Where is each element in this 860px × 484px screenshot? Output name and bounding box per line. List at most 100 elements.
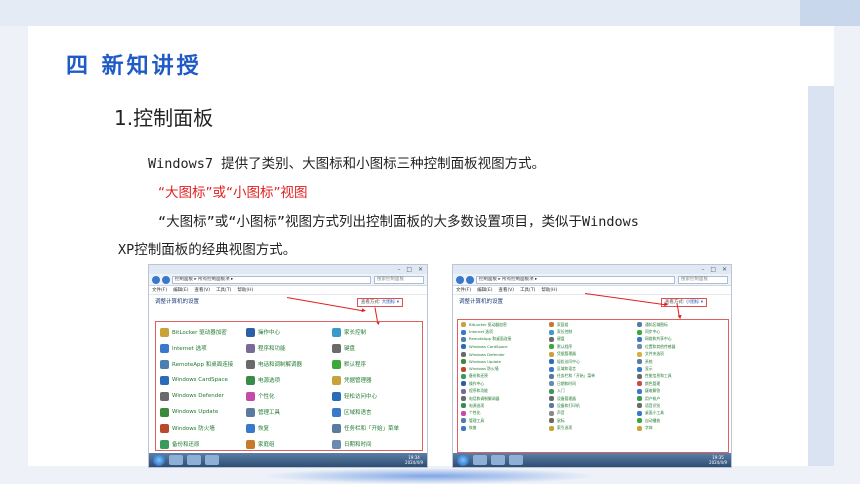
- control-panel-item-label: 个性化: [469, 410, 481, 416]
- control-panel-item-icon: [637, 388, 642, 394]
- window-controls-icon: – □ ✕: [701, 266, 729, 273]
- control-panel-item-icon: [637, 418, 642, 424]
- menu-item: 编辑(E): [477, 288, 493, 293]
- menu-item: 帮助(H): [541, 288, 558, 293]
- control-panel-item: 备份和还原: [160, 436, 246, 452]
- control-panel-item-label: 日期和时间: [557, 380, 576, 386]
- control-panel-item-label: 个性化: [258, 394, 275, 400]
- control-panel-item-label: 家庭组: [258, 442, 275, 448]
- control-panel-item: 管理工具: [461, 417, 549, 424]
- control-panel-item-label: Windows 防火墙: [172, 426, 215, 432]
- control-panel-item-icon: [246, 343, 255, 353]
- control-panel-item-icon: [637, 329, 642, 335]
- control-panel-item-icon: [637, 396, 642, 402]
- control-panel-item-icon: [549, 396, 554, 402]
- control-panel-item-label: 自动播放: [645, 417, 661, 423]
- paragraph-highlight: “大图标”或“小图标”视图: [158, 185, 308, 201]
- menu-item: 文件(F): [456, 288, 472, 293]
- control-panel-item-icon: [637, 366, 642, 372]
- control-panel-item: 轻松访问中心: [549, 358, 637, 365]
- view-by-value: 小图标 ▾: [685, 300, 703, 305]
- control-panel-item-label: 同步中心: [645, 329, 661, 335]
- control-panel-item-label: 语音识别: [645, 402, 661, 408]
- control-panel-item: 语音识别: [637, 402, 725, 409]
- control-panel-item-label: Windows Update: [469, 359, 501, 365]
- control-panel-item-label: 家庭组: [557, 321, 569, 327]
- menu-item: 编辑(E): [173, 288, 189, 293]
- control-panel-item-icon: [461, 403, 466, 409]
- control-panel-item: 恢复: [461, 424, 549, 431]
- control-panel-item: 任务栏和「开始」菜单: [332, 420, 418, 436]
- screenshot-small-icons: – □ ✕ 控制面板 ▸ 所有控制面板项 ▸ 搜索控制面板 文件(F) 编辑(E)…: [452, 264, 732, 468]
- menu-item: 查看(V): [498, 288, 515, 293]
- control-panel-item: 任务栏和「开始」菜单: [549, 373, 637, 380]
- side-stripe: [808, 86, 834, 466]
- control-panel-item-icon: [461, 418, 466, 424]
- control-panel-item-icon: [461, 410, 466, 416]
- menu-item: 帮助(H): [237, 288, 254, 293]
- control-panel-item: RemoteApp 和桌面连接: [461, 336, 549, 343]
- control-panel-item: 电话和调制解调器: [246, 356, 332, 372]
- control-panel-item-icon: [461, 351, 466, 357]
- control-panel-item-icon: [332, 439, 341, 449]
- control-panel-item: 网络和共享中心: [637, 336, 725, 343]
- control-panel-item-label: 电话和调制解调器: [258, 362, 303, 368]
- panel-heading-text: 调整计算机的设置: [155, 299, 200, 305]
- control-panel-item: 默认程序: [332, 356, 418, 372]
- control-panel-item-icon: [549, 425, 554, 431]
- control-panel-item-label: 默认程序: [557, 343, 573, 349]
- taskbar: 19:35 2024/4/9: [453, 453, 731, 467]
- control-panel-item-icon: [549, 418, 554, 424]
- control-panel-item-label: 电话和调制解调器: [469, 395, 500, 401]
- control-panel-item-label: 系统: [645, 358, 653, 364]
- control-panel-item: Windows CardSpace: [160, 372, 246, 388]
- back-icon: [152, 275, 160, 284]
- control-panel-item-label: 任务栏和「开始」菜单: [344, 426, 400, 432]
- clock-date: 2024/4/9: [709, 460, 727, 465]
- control-panel-item-icon: [461, 425, 466, 431]
- control-panel-item-label: Windows Defender: [469, 351, 505, 357]
- control-panel-item: 文件夹选项: [637, 351, 725, 358]
- screenshot-large-icons: – □ ✕ 控制面板 ▸ 所有控制面板项 ▸ 搜索控制面板 文件(F) 编辑(E)…: [148, 264, 428, 468]
- control-panel-item-icon: [332, 423, 341, 433]
- control-panel-item-label: BitLocker 驱动器加密: [172, 330, 227, 336]
- control-panel-item-icon: [549, 322, 554, 328]
- window-controls-icon: – □ ✕: [397, 266, 425, 273]
- control-panel-item-icon: [160, 407, 169, 417]
- control-panel-item-icon: [549, 344, 554, 350]
- control-panel-item: Windows Defender: [461, 351, 549, 358]
- control-panel-item-label: 桌面小工具: [645, 410, 664, 416]
- control-panel-item-icon: [246, 327, 255, 337]
- control-panel-item-icon: [461, 359, 466, 365]
- control-panel-item-label: 电源选项: [258, 378, 281, 384]
- control-panel-item-icon: [160, 423, 169, 433]
- taskbar-folder-icon: [205, 455, 219, 465]
- control-panel-item-label: 默认程序: [344, 362, 367, 368]
- control-panel-item-icon: [461, 388, 466, 394]
- control-panel-item-icon: [160, 359, 169, 369]
- top-band-accent: [800, 0, 860, 26]
- control-panel-item: 通知区域图标: [637, 321, 725, 328]
- panel-heading-text: 调整计算机的设置: [459, 299, 504, 305]
- control-panel-item-icon: [332, 391, 341, 401]
- control-panel-item-icon: [461, 322, 466, 328]
- control-panel-item-icon: [637, 336, 642, 342]
- control-panel-item: 声音: [549, 410, 637, 417]
- control-panel-item-icon: [637, 373, 642, 379]
- control-panel-item: 电源选项: [461, 402, 549, 409]
- taskbar-clock: 19:34 2024/4/9: [405, 455, 423, 465]
- forward-icon: [466, 275, 474, 284]
- control-panel-item: Windows 防火墙: [461, 365, 549, 372]
- control-panel-item: 设备和打印机: [549, 402, 637, 409]
- control-panel-item-label: 凭据管理器: [344, 378, 372, 384]
- control-panel-item-icon: [246, 439, 255, 449]
- control-panel-item-label: 颜色管理: [645, 380, 661, 386]
- control-panel-item-icon: [160, 343, 169, 353]
- control-panel-item-icon: [549, 381, 554, 387]
- control-panel-item-icon: [637, 344, 642, 350]
- control-panel-item-label: 鼠标: [557, 417, 565, 423]
- search-box: 搜索控制面板: [374, 275, 424, 284]
- control-panel-item-label: RemoteApp 和桌面连接: [469, 336, 512, 342]
- section-title: 四 新知讲授: [66, 53, 202, 79]
- control-panel-item-icon: [461, 396, 466, 402]
